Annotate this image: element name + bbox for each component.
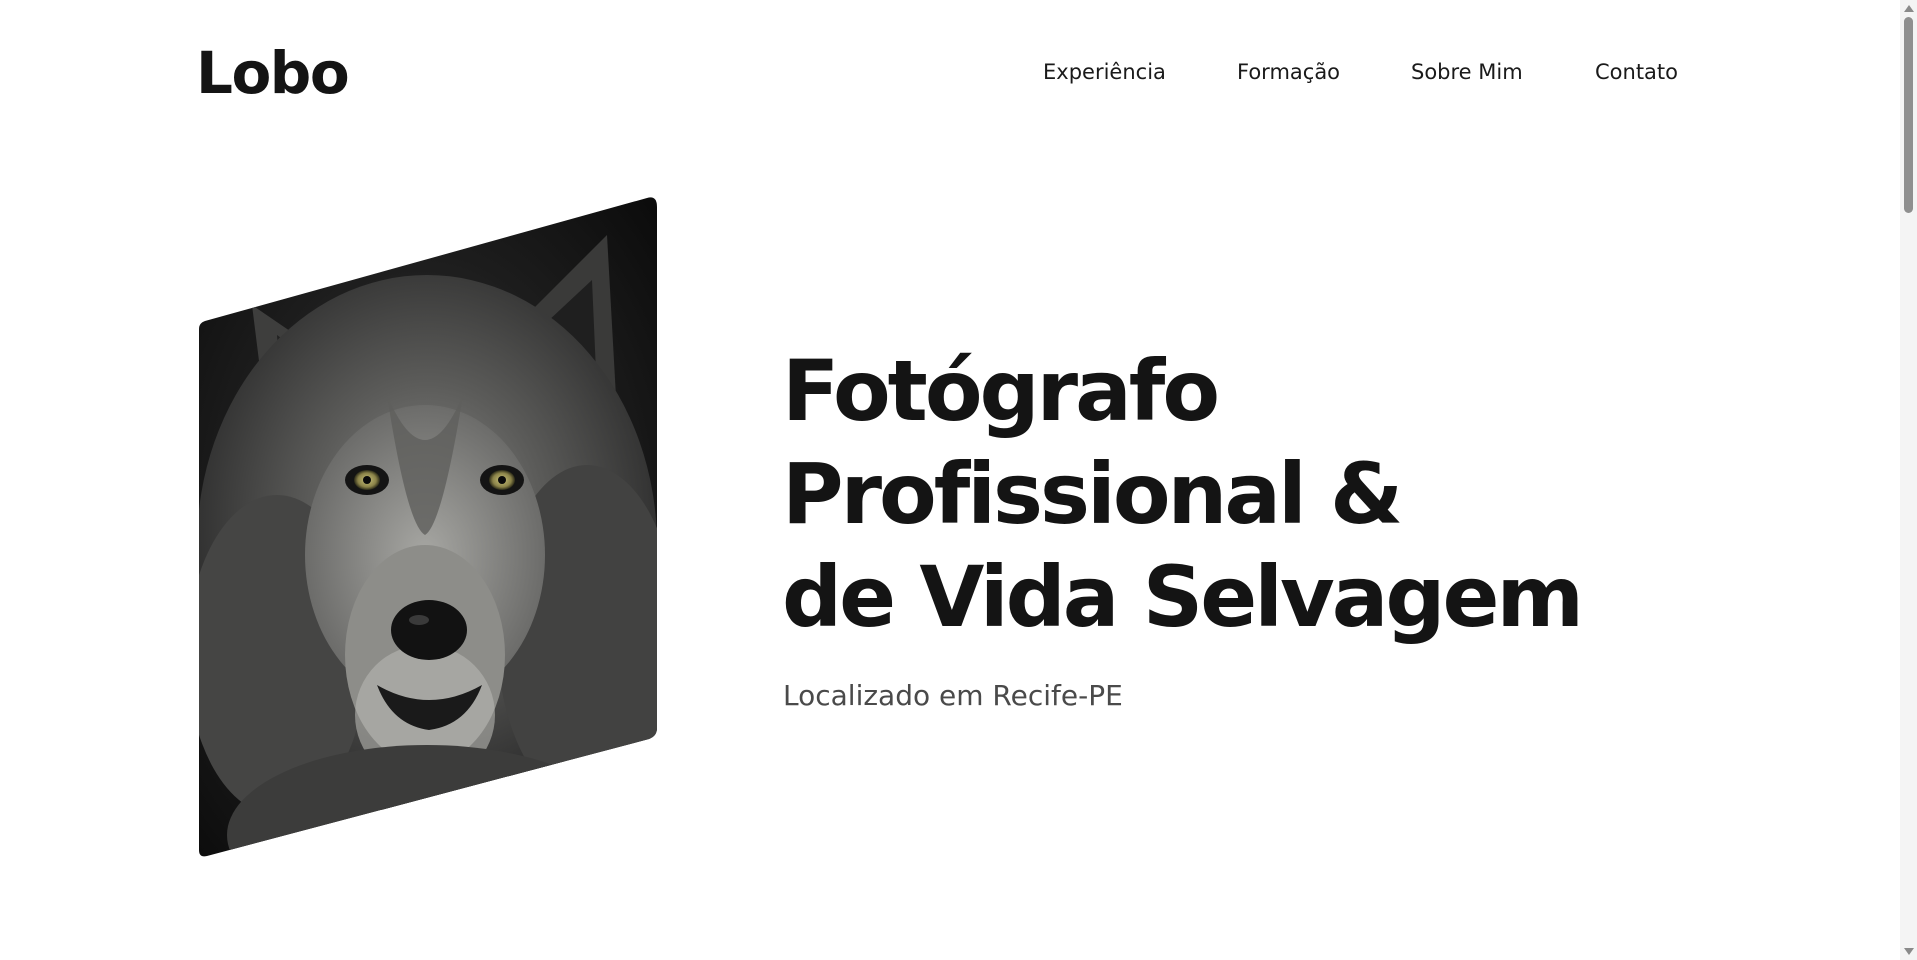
hero-title-line-2: Profissional & [782, 445, 1403, 543]
nav-link-experiencia[interactable]: Experiência [1043, 56, 1166, 88]
main-nav: Experiência Formação Sobre Mim Contato [0, 56, 1917, 88]
hero-subtitle: Localizado em Recife-PE [783, 679, 1123, 712]
hero-title-line-3: de Vida Selvagem [782, 548, 1584, 646]
hero-title: Fotógrafo Profissional & de Vida Selvage… [782, 340, 1584, 649]
page: Lobo Experiência Formação Sobre Mim Cont… [0, 0, 1917, 960]
nav-link-contato[interactable]: Contato [1595, 56, 1678, 88]
scroll-down-icon[interactable] [1904, 948, 1914, 955]
nav-link-formacao[interactable]: Formação [1237, 56, 1340, 88]
vertical-scrollbar[interactable] [1900, 0, 1917, 960]
scroll-thumb[interactable] [1904, 17, 1913, 213]
scroll-up-icon[interactable] [1904, 5, 1914, 12]
wolf-photo [197, 195, 659, 857]
nav-link-sobre-mim[interactable]: Sobre Mim [1411, 56, 1523, 88]
hero-title-line-1: Fotógrafo [782, 342, 1220, 440]
